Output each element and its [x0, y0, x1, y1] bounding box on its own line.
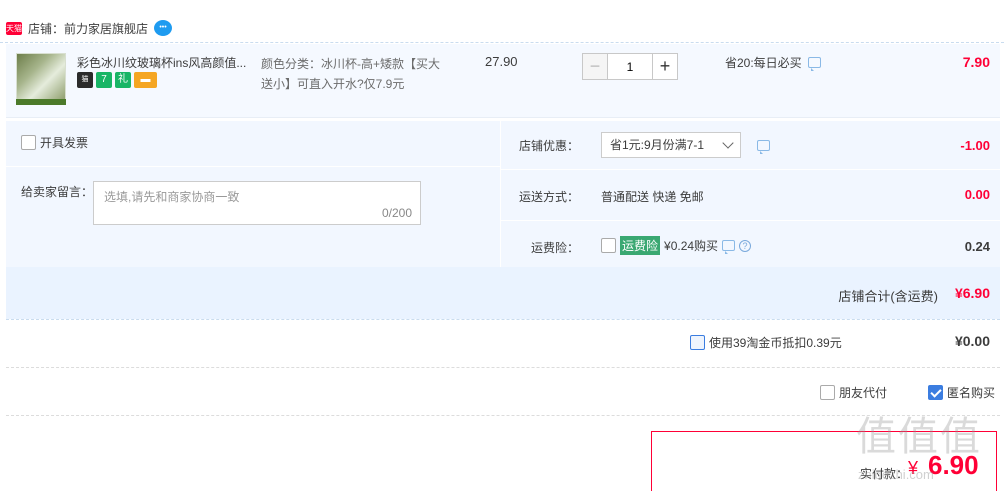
anonymous-option[interactable]: 匿名购买: [928, 384, 995, 401]
help-icon[interactable]: ?: [739, 239, 752, 252]
quantity-stepper[interactable]: − +: [582, 53, 678, 80]
shipping-method: 普通配送 快递 免邮: [601, 190, 704, 204]
card-icon[interactable]: ▬: [134, 72, 157, 88]
watermark-url: zhidezhi.com: [858, 467, 934, 482]
insurance-option[interactable]: 运费险 ¥0.24购买 ?: [601, 236, 752, 255]
divider: [6, 319, 1000, 320]
comment-icon[interactable]: [722, 240, 736, 254]
message-placeholder: 选填,请先和商家协商一致: [104, 190, 240, 204]
insurance-label: 运费险：: [530, 241, 579, 255]
shop-header: 天猫 店铺：前力家居旗舰店 •••: [0, 14, 1004, 42]
promo-label: 店铺优惠：: [518, 139, 579, 153]
shop-name-link[interactable]: 店铺：前力家居旗舰店: [28, 20, 148, 37]
right-options: 店铺优惠： 省1元:9月份满7-1 -1.00 运送方式： 普通配送 快递 免邮…: [501, 121, 1000, 267]
shipping-row: 运送方式： 普通配送 快递 免邮 0.00: [501, 170, 1000, 221]
qty-minus-button[interactable]: −: [582, 53, 608, 80]
quantity-input[interactable]: [608, 53, 652, 80]
coin-value: ¥0.00: [954, 333, 990, 349]
divider: [6, 415, 1000, 416]
shop-total-value: ¥6.90: [954, 285, 990, 301]
insurance-checkbox[interactable]: [601, 238, 616, 253]
order-item-row: 彩色冰川纹玻璃杯ins风高颜值... 猫 7 礼 ▬ 颜色分类：冰川杯-高+矮款…: [6, 44, 1000, 118]
qty-plus-button[interactable]: +: [652, 53, 678, 80]
unit-price: 27.90: [485, 54, 518, 69]
chevron-down-icon: [722, 137, 734, 149]
gift-icon[interactable]: 礼: [115, 72, 131, 88]
insurance-row: 运费险： 运费险 ¥0.24购买 ? 0.24: [501, 221, 1000, 267]
insurance-value: 0.24: [964, 239, 990, 254]
comment-icon[interactable]: [807, 57, 821, 71]
invoice-option[interactable]: 开具发票: [21, 134, 88, 151]
friend-pay-label: 朋友代付: [839, 386, 888, 400]
friend-pay-option[interactable]: 朋友代付: [820, 384, 887, 401]
divider: [6, 166, 500, 167]
message-label: 给卖家留言：: [21, 185, 94, 199]
coin-checkbox[interactable]: [690, 335, 705, 350]
item-discount: 省20:每日必买: [725, 54, 821, 71]
invoice-label: 开具发票: [40, 136, 89, 150]
shipping-value: 0.00: [964, 187, 990, 202]
divider: [6, 367, 1000, 368]
message-char-count: 0/200: [381, 206, 412, 220]
product-thumbnail-strip: [16, 99, 66, 105]
anonymous-checkbox[interactable]: [928, 385, 943, 400]
anonymous-label: 匿名购买: [947, 386, 996, 400]
promo-select[interactable]: 省1元:9月份满7-1: [601, 132, 741, 158]
shipping-label: 运送方式：: [518, 190, 579, 204]
tmall-service-icon[interactable]: 猫: [77, 72, 93, 88]
watermark: 值值值: [856, 414, 982, 460]
wangwang-chat-icon[interactable]: •••: [154, 20, 173, 36]
item-total: 7.90: [962, 54, 990, 70]
insurance-tag: 运费险: [620, 236, 661, 255]
friend-pay-checkbox[interactable]: [820, 385, 835, 400]
promo-selected: 省1元:9月份满7-1: [610, 138, 705, 152]
insurance-price: ¥0.24购买: [664, 239, 719, 253]
order-options-panel: 开具发票 给卖家留言： 选填,请先和商家协商一致 0/200 店铺优惠： 省1元…: [6, 121, 1000, 319]
seller-message-textarea[interactable]: 选填,请先和商家协商一致 0/200: [93, 181, 421, 225]
sku-info: 颜色分类：冰川杯-高+矮款【买大送小】可直入开水?仅7.9元: [261, 57, 441, 91]
coin-label: 使用39淘金币抵扣0.39元: [709, 336, 842, 350]
product-thumbnail[interactable]: [16, 53, 66, 103]
product-title-link[interactable]: 彩色冰川纹玻璃杯ins风高颜值...: [77, 54, 253, 71]
seven-day-return-icon[interactable]: 7: [96, 72, 112, 88]
shop-total-row: 店铺合计(含运费) ¥6.90: [6, 267, 1000, 319]
divider: [0, 42, 1004, 43]
tmall-icon: 天猫: [6, 21, 22, 35]
comment-icon[interactable]: [757, 140, 770, 154]
promo-value: -1.00: [960, 138, 990, 153]
invoice-checkbox[interactable]: [21, 135, 36, 150]
shop-total-label: 店铺合计(含运费): [838, 289, 938, 304]
taobao-coin-option[interactable]: 使用39淘金币抵扣0.39元: [690, 334, 842, 351]
promo-row: 店铺优惠： 省1元:9月份满7-1 -1.00: [501, 121, 1000, 170]
discount-text: 省20:每日必买: [725, 56, 802, 70]
service-badges: 猫 7 礼 ▬: [77, 72, 157, 88]
left-options: 开具发票 给卖家留言： 选填,请先和商家协商一致 0/200: [6, 121, 500, 267]
